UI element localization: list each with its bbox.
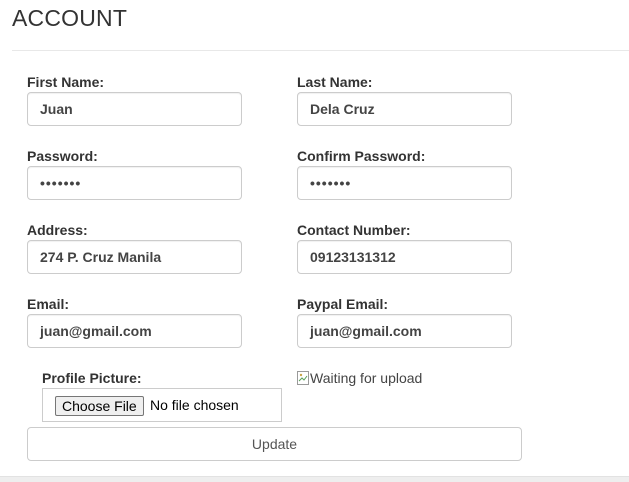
email-input[interactable]: juan@gmail.com <box>27 314 242 348</box>
first-name-label: First Name: <box>27 74 105 90</box>
contact-number-input[interactable]: 09123131312 <box>297 240 512 274</box>
password-input[interactable]: ••••••• <box>27 166 242 200</box>
contact-number-label: Contact Number: <box>297 222 411 238</box>
paypal-email-label: Paypal Email: <box>297 296 389 312</box>
profile-image-preview: Waiting for upload <box>297 370 422 386</box>
email-label: Email: <box>27 296 70 312</box>
title-divider <box>12 50 629 51</box>
confirm-password-label: Confirm Password: <box>297 148 426 164</box>
broken-image-icon <box>297 371 309 385</box>
address-label: Address: <box>27 222 88 238</box>
address-input[interactable]: 274 P. Cruz Manila <box>27 240 242 274</box>
page-title: ACCOUNT <box>12 5 128 31</box>
file-status-text: No file chosen <box>150 397 239 413</box>
bottom-scrollbar <box>0 476 629 482</box>
last-name-input[interactable]: Dela Cruz <box>297 92 512 126</box>
choose-file-button[interactable]: Choose File <box>55 396 144 416</box>
image-alt-text: Waiting for upload <box>310 370 423 386</box>
password-label: Password: <box>27 148 98 164</box>
update-button[interactable]: Update <box>27 427 522 461</box>
last-name-label: Last Name: <box>297 74 373 90</box>
confirm-password-input[interactable]: ••••••• <box>297 166 512 200</box>
profile-picture-label: Profile Picture: <box>42 370 142 386</box>
first-name-input[interactable]: Juan <box>27 92 242 126</box>
profile-picture-file-input[interactable]: Choose File No file chosen <box>42 388 282 422</box>
paypal-email-input[interactable]: juan@gmail.com <box>297 314 512 348</box>
